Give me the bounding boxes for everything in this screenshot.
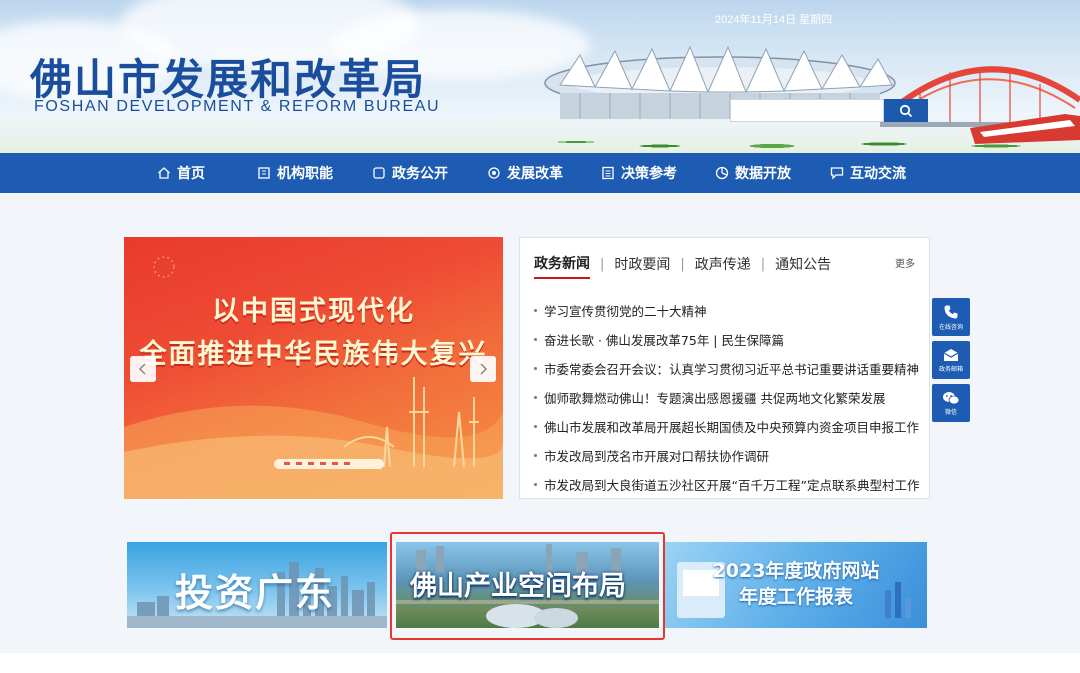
wechat-icon (943, 391, 960, 404)
nav-item-label: 首页 (177, 166, 205, 182)
banner-carousel[interactable]: 以中国式现代化 全面推进中华民族伟大复兴 (124, 237, 503, 499)
news-title: 伽师歌舞燃动佛山！专题演出感恩援疆 共促两地文化繁荣发展 (544, 391, 886, 406)
news-item[interactable]: 市发改局到茂名市开展对口帮扶协作调研 (534, 441, 920, 470)
news-item[interactable]: 佛山市发展和改革局开展超长期国债及中央预算内资金项目申报工作 (534, 412, 920, 441)
nav-item-label: 数据开放 (735, 166, 791, 182)
nav-item-decision[interactable]: 决策参考 (601, 153, 677, 193)
building-icon (258, 167, 270, 179)
tab-voice[interactable]: 政声传递 (695, 254, 751, 278)
news-item[interactable]: 学习宣传贯彻党的二十大精神 (534, 296, 920, 325)
news-title: 学习宣传贯彻党的二十大精神 (544, 304, 707, 319)
nav-item-development[interactable]: 发展改革 (487, 153, 563, 193)
promo-title: 投资广东 (175, 571, 336, 615)
tab-current-affairs[interactable]: 时政要闻 (614, 254, 670, 278)
nav-item-interaction[interactable]: 互动交流 (830, 153, 906, 193)
tree-decoration (520, 118, 1080, 153)
news-list: 学习宣传贯彻党的二十大精神 奋进长歌 · 佛山发展改革75年 | 民生保障篇 市… (534, 296, 920, 499)
promo-title-line1: 2023年度政府网站 (712, 560, 880, 582)
bullet (534, 396, 537, 399)
phone-icon (944, 305, 958, 318)
main-nav: 首页 机构职能 政务公开 发展改革 决策参考 数据开放 互动交流 (0, 153, 1080, 193)
news-item[interactable]: 伽师歌舞燃动佛山！专题演出感恩援疆 共促两地文化繁荣发展 (534, 383, 920, 412)
news-item[interactable]: 市发改局到大良街道五沙社区开展“百千万工程”定点联系典型村工作 (534, 470, 920, 499)
tab-separator: | (760, 256, 766, 272)
bullet (534, 454, 537, 457)
promo-title-line2: 年度工作报表 (738, 586, 853, 608)
carousel-next-button[interactable] (470, 356, 496, 382)
more-link[interactable]: 更多 (895, 255, 915, 270)
float-label: 政务邮箱 (938, 365, 963, 373)
search-button[interactable] (884, 99, 928, 122)
bullet (534, 425, 537, 428)
nav-item-label: 发展改革 (507, 166, 563, 182)
tab-notices[interactable]: 通知公告 (775, 254, 831, 278)
banner-headline-2: 全面推进中华民族伟大复兴 (139, 339, 488, 370)
mail-icon (943, 348, 959, 361)
target-icon (488, 167, 500, 179)
site-header: 佛山市发展和改革局 FOSHAN DEVELOPMENT & REFORM BU… (0, 0, 1080, 153)
nav-item-label: 机构职能 (277, 166, 333, 182)
list-icon (602, 166, 614, 180)
document-icon (373, 167, 385, 179)
banner-headline-1: 以中国式现代化 (212, 296, 415, 327)
wechat-button[interactable]: 微信 (932, 384, 970, 422)
news-tabs: 政务新闻 | 时政要闻 | 政声传递 | 通知公告 (534, 253, 831, 279)
gov-mailbox-button[interactable]: 政务邮箱 (932, 341, 970, 379)
news-item[interactable]: 奋进长歌 · 佛山发展改革75年 | 民生保障篇 (534, 325, 920, 354)
tab-separator: | (680, 256, 685, 272)
news-title: 市委常委会召开会议：认真学习贯彻习近平总书记重要讲话重要精神 (544, 362, 920, 377)
chat-icon (830, 167, 844, 180)
search-input[interactable] (730, 99, 884, 122)
pie-icon (715, 166, 729, 180)
carousel-prev-button[interactable] (130, 356, 156, 382)
footer-strip (0, 653, 1080, 673)
news-item[interactable]: 市委常委会召开会议：认真学习贯彻习近平总书记重要讲话重要精神 (534, 354, 920, 383)
news-title: 市发改局到茂名市开展对口帮扶协作调研 (544, 449, 770, 464)
nav-item-open-data[interactable]: 数据开放 (715, 153, 791, 193)
float-label: 在线咨询 (938, 323, 963, 331)
promo-title: 佛山产业空间布局 (410, 571, 626, 602)
nav-item-label: 互动交流 (850, 166, 906, 182)
news-panel: 政务新闻 | 时政要闻 | 政声传递 | 通知公告 更多 学习宣传贯彻党的二十大… (519, 237, 930, 499)
nav-item-label: 决策参考 (621, 166, 677, 182)
float-label: 微信 (944, 408, 957, 416)
promo-foshan-industry-layout[interactable]: 佛山产业空间布局 (396, 542, 659, 628)
promo-invest-guangdong[interactable]: 投资广东 (127, 542, 387, 628)
news-title: 奋进长歌 · 佛山发展改革75年 | 民生保障篇 (544, 333, 784, 348)
nav-item-home[interactable]: 首页 (157, 153, 205, 193)
search-icon (899, 104, 913, 117)
nav-item-label: 政务公开 (392, 166, 448, 182)
chevron-left-icon (138, 363, 146, 375)
promo-annual-report[interactable]: 2023年度政府网站 年度工作报表 (665, 542, 927, 628)
nav-item-organization[interactable]: 机构职能 (257, 153, 333, 193)
home-icon (158, 167, 170, 179)
current-date: 2024年11月14日 星期四 (715, 14, 833, 26)
bullet (534, 483, 537, 486)
nav-item-gov-affairs[interactable]: 政务公开 (372, 153, 448, 193)
bullet (534, 309, 537, 312)
bullet (534, 367, 537, 370)
tab-separator: | (600, 256, 605, 272)
bullet (534, 338, 537, 341)
news-title: 市发改局到大良街道五沙社区开展“百千万工程”定点联系典型村工作 (544, 478, 920, 493)
site-subtitle: FOSHAN DEVELOPMENT & REFORM BUREAU (34, 98, 441, 115)
online-consult-button[interactable]: 在线咨询 (932, 298, 970, 336)
tab-gov-news[interactable]: 政务新闻 (534, 253, 590, 279)
chevron-right-icon (480, 363, 488, 375)
news-title: 佛山市发展和改革局开展超长期国债及中央预算内资金项目申报工作 (544, 420, 920, 435)
